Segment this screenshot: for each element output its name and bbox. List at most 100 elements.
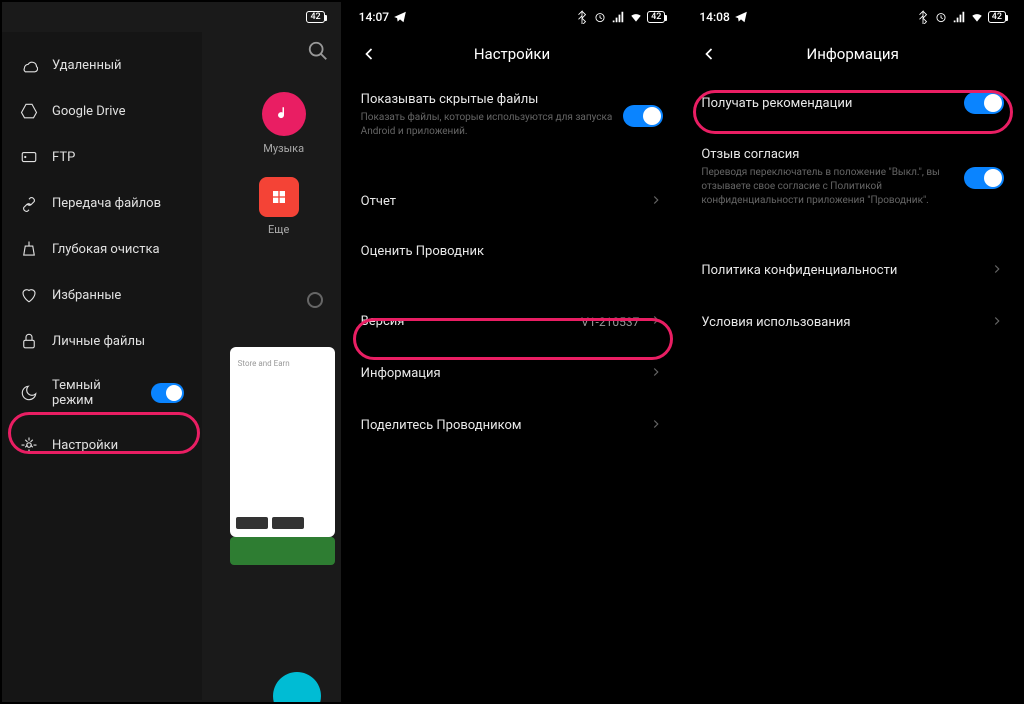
chevron-right-icon: [649, 416, 663, 435]
row-share[interactable]: Поделитесь Проводником: [361, 400, 664, 452]
battery-indicator: 42: [306, 11, 324, 23]
moon-icon: [20, 384, 38, 402]
settings-list: Показывать скрытые файлы Показать файлы,…: [343, 76, 682, 452]
category-music[interactable]: Музыка: [262, 92, 306, 155]
search-icon: [307, 40, 329, 62]
link-icon: [20, 194, 38, 212]
wifi-icon: [629, 10, 643, 24]
bluetooth-icon: [916, 10, 930, 24]
hidden-files-toggle[interactable]: [623, 105, 663, 127]
gdrive-icon: [20, 102, 38, 120]
version-value: V1-210537: [581, 315, 639, 329]
row-title: Отзыв согласия: [701, 147, 964, 162]
row-title: Поделитесь Проводником: [361, 418, 650, 433]
drawer-label: FTP: [52, 150, 75, 165]
telegram-icon: [393, 10, 407, 24]
status-bar: 14:07 42: [343, 2, 682, 32]
header: Информация: [683, 32, 1022, 76]
settings-list: Получать рекомендации Отзыв согласия Пер…: [683, 76, 1022, 349]
drawer-label: Google Drive: [52, 104, 125, 119]
drawer-item-cleanup[interactable]: Глубокая очистка: [2, 226, 202, 272]
drawer-item-private[interactable]: Личные файлы: [2, 318, 202, 364]
phone-3: 14:08 42 Информация Получать рекомендаци…: [683, 2, 1022, 702]
row-subtitle: Переводя переключатель в положение "Выкл…: [701, 166, 964, 208]
phone-1: 14:07 42 Удаленный Google Drive FTP: [2, 2, 341, 702]
darkmode-toggle[interactable]: [151, 383, 184, 403]
chevron-right-icon: [649, 192, 663, 211]
drawer-label: Темный режим: [52, 378, 137, 408]
drawer-label: Личные файлы: [52, 334, 145, 349]
row-recommendations[interactable]: Получать рекомендации: [701, 76, 1004, 131]
store-badge: [236, 517, 268, 529]
row-version[interactable]: Версия V1-210537: [361, 296, 664, 348]
row-info[interactable]: Информация: [361, 348, 664, 400]
drawer-item-favorites[interactable]: Избранные: [2, 272, 202, 318]
page-title: Настройки: [474, 45, 550, 63]
back-button[interactable]: [699, 44, 719, 64]
row-consent[interactable]: Отзыв согласия Переводя переключатель в …: [701, 131, 1004, 225]
heart-icon: [20, 286, 38, 304]
drawer-item-settings[interactable]: Настройки: [2, 422, 202, 468]
row-hidden-files[interactable]: Показывать скрытые файлы Показать файлы,…: [361, 76, 664, 156]
drawer-menu: Удаленный Google Drive FTP Передача файл…: [2, 32, 202, 700]
battery-indicator: 42: [647, 11, 665, 23]
drawer-label: Настройки: [52, 438, 118, 453]
drawer-item-darkmode[interactable]: Темный режим: [2, 364, 202, 422]
page-title: Информация: [807, 45, 899, 63]
row-title: Версия: [361, 314, 582, 329]
telegram-icon: [734, 10, 748, 24]
radio-indicator: [307, 292, 323, 308]
row-privacy[interactable]: Политика конфиденциальности: [701, 245, 1004, 297]
category-label: Еще: [268, 223, 289, 236]
back-button[interactable]: [359, 44, 379, 64]
drawer-item-transfer[interactable]: Передача файлов: [2, 180, 202, 226]
promo-card[interactable]: Store and Earn: [230, 347, 335, 537]
category-label: Музыка: [263, 142, 304, 155]
row-subtitle: Показать файлы, которые используются для…: [361, 111, 624, 139]
row-title: Информация: [361, 366, 650, 381]
bluetooth-icon: [575, 10, 589, 24]
phone-2: 14:07 42 Настройки Показывать скрытые фа…: [343, 2, 682, 702]
row-title: Показывать скрытые файлы: [361, 92, 624, 107]
drawer-label: Избранные: [52, 288, 121, 303]
category-more[interactable]: Еще: [259, 177, 299, 236]
main-content: Музыка Еще Store and Earn: [202, 32, 341, 700]
wifi-icon: [970, 10, 984, 24]
chevron-right-icon: [990, 261, 1004, 280]
alarm-icon: [934, 10, 948, 24]
row-report[interactable]: Отчет: [361, 176, 664, 228]
store-badge: [272, 517, 304, 529]
chevron-right-icon: [649, 364, 663, 383]
music-icon: [262, 92, 306, 136]
drawer-label: Удаленный: [52, 58, 122, 73]
row-title: Политика конфиденциальности: [701, 263, 990, 278]
row-title: Получать рекомендации: [701, 96, 964, 111]
promo-text: Store and Earn: [238, 359, 290, 368]
clock: 14:07: [359, 10, 389, 24]
row-title: Оценить Проводник: [361, 244, 664, 259]
header: Настройки: [343, 32, 682, 76]
row-title: Условия использования: [701, 315, 990, 330]
more-icon: [259, 177, 299, 217]
drawer-label: Передача файлов: [52, 196, 161, 211]
search-button[interactable]: [307, 40, 329, 66]
drawer-item-remote[interactable]: Удаленный: [2, 42, 202, 88]
ftp-icon: [20, 148, 38, 166]
drawer-item-ftp[interactable]: FTP: [2, 134, 202, 180]
row-rate[interactable]: Оценить Проводник: [361, 228, 664, 276]
signal-icon: [952, 10, 966, 24]
battery-indicator: 42: [988, 11, 1006, 23]
chevron-left-icon: [699, 44, 719, 64]
signal-icon: [611, 10, 625, 24]
drawer-item-gdrive[interactable]: Google Drive: [2, 88, 202, 134]
clock: 14:08: [699, 10, 729, 24]
row-terms[interactable]: Условия использования: [701, 297, 1004, 349]
chevron-right-icon: [990, 313, 1004, 332]
cloud-icon: [20, 56, 38, 74]
action-button[interactable]: [230, 537, 335, 565]
chevron-left-icon: [359, 44, 379, 64]
fab-button[interactable]: [273, 672, 321, 702]
consent-toggle[interactable]: [964, 167, 1004, 189]
gear-icon: [20, 436, 38, 454]
recommendations-toggle[interactable]: [964, 92, 1004, 114]
